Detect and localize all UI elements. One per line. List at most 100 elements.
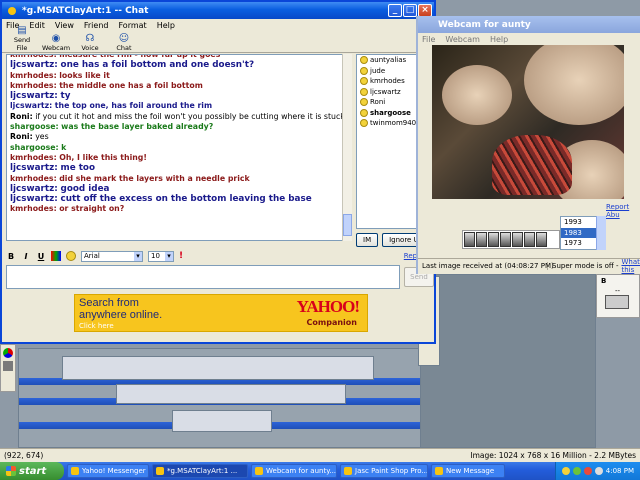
message-username: Roni:: [10, 132, 33, 142]
webcam-statusbar: Last image received at (04:08:27 PM) Sup…: [418, 258, 640, 274]
message-username: ljcswartz:: [10, 183, 58, 194]
buzz-icon[interactable]: !: [179, 251, 183, 261]
task-webcam[interactable]: Webcam for aunty...: [251, 464, 337, 478]
user-list-item[interactable]: twinmom94002: [357, 118, 425, 129]
underline-button[interactable]: U: [36, 252, 46, 261]
webcam-report-abuse-link[interactable]: Report Abu: [606, 203, 640, 219]
chat-message: ljcswartz: one has a foil bottom and one…: [7, 60, 351, 70]
smiley-icon: [360, 119, 368, 128]
smiley-icon: [360, 66, 368, 75]
tray-icon[interactable]: [561, 467, 570, 475]
user-name: jude: [370, 66, 386, 75]
task-yahoo-messenger[interactable]: Yahoo! Messenger ...: [67, 464, 149, 478]
menu-view[interactable]: View: [55, 21, 74, 30]
mail-label: B: [601, 277, 607, 285]
thumbnail[interactable]: [524, 232, 535, 247]
italic-button[interactable]: I: [21, 252, 31, 261]
smiley-icon: [360, 87, 368, 96]
user-list-item[interactable]: Roni: [357, 97, 423, 108]
paint-tool-icon[interactable]: [3, 348, 13, 358]
yahoo-companion-ad[interactable]: Search from anywhere online. Click here …: [74, 294, 368, 332]
mail-window-fragment[interactable]: B --: [596, 274, 640, 318]
voice-button[interactable]: ☊ Voice: [76, 33, 104, 52]
thumbnail[interactable]: [500, 232, 511, 247]
message-username: kmrhodes:: [10, 54, 57, 59]
menu-format[interactable]: Format: [118, 21, 146, 30]
maximize-button[interactable]: □: [403, 4, 417, 17]
background-window-echo: [62, 356, 374, 380]
clock[interactable]: 4:08 PM: [606, 467, 634, 475]
message-text: me too: [60, 163, 96, 174]
webcam-window[interactable]: Webcam for aunty File Webcam Help Report…: [416, 16, 640, 274]
chat-button[interactable]: ☺ Chat: [110, 33, 138, 52]
system-tray: 4:08 PM: [554, 462, 640, 480]
scrollbar-thumb[interactable]: [343, 214, 352, 236]
text-color-icon[interactable]: [51, 251, 61, 261]
message-input[interactable]: [6, 265, 400, 289]
message-username: kmrhodes:: [10, 80, 57, 90]
menu-help[interactable]: Help: [157, 21, 175, 30]
thumbnail[interactable]: [536, 232, 547, 247]
user-list-item[interactable]: shargoose: [357, 108, 423, 119]
ad-line-1: Search from: [79, 297, 139, 309]
message-username: ljcswartz:: [10, 163, 58, 174]
message-text: k: [61, 142, 67, 152]
message-text: good idea: [60, 183, 110, 194]
tool-icon[interactable]: [3, 361, 13, 371]
chat-message: ljcswartz: cutt off the excess on the bo…: [7, 194, 351, 204]
smiley-icon: [360, 98, 368, 107]
user-list-item[interactable]: auntyalias: [357, 55, 423, 66]
message-text: did she mark the layers with a needle pr…: [59, 173, 250, 183]
chat-menubar: File Edit View Friend Format Help: [2, 19, 434, 31]
send-file-button[interactable]: ▤ Send File: [8, 25, 36, 52]
thumbnail[interactable]: [476, 232, 487, 247]
mail-label-2: --: [615, 287, 621, 295]
tray-icon[interactable]: [572, 467, 581, 475]
volume-icon[interactable]: [594, 467, 603, 475]
chat-window[interactable]: *g.MSATClayArt:1 -- Chat _ □ × File Edit…: [0, 0, 436, 344]
webcam-menu-help[interactable]: Help: [490, 35, 508, 44]
ad-click-here[interactable]: Click here: [79, 322, 114, 331]
chat-message: shargoose: was the base layer baked alre…: [7, 122, 351, 132]
message-text: was the base layer baked already?: [61, 122, 214, 132]
ad-companion-label: Companion: [306, 318, 357, 327]
tray-icon[interactable]: [583, 467, 592, 475]
message-text: Oh, I like this thing!: [59, 152, 147, 162]
user-name: shargoose: [370, 108, 411, 117]
thumbnail[interactable]: [488, 232, 499, 247]
font-size-select[interactable]: 10: [148, 250, 174, 262]
user-list-item[interactable]: ljcswartz: [357, 87, 423, 98]
task-chat[interactable]: *g.MSATClayArt:1 ...: [152, 464, 248, 478]
chat-message: kmrhodes: looks like it: [7, 71, 351, 81]
user-list-item[interactable]: kmrhodes: [357, 76, 423, 87]
thumbnail[interactable]: [512, 232, 523, 247]
user-list[interactable]: auntyalias jude kmrhodes ljcswartz Roni sharg…: [356, 54, 425, 229]
webcam-menu-file[interactable]: File: [422, 35, 435, 44]
task-paint-shop-pro[interactable]: Jasc Paint Shop Pro...: [340, 464, 428, 478]
chat-titlebar[interactable]: *g.MSATClayArt:1 -- Chat: [2, 2, 434, 19]
minimize-button[interactable]: _: [388, 4, 402, 17]
chat-messages[interactable]: kmrhodes: measure the rim - how far up i…: [6, 54, 352, 241]
message-text: one has a foil bottom and one doesn't?: [60, 60, 255, 71]
bold-button[interactable]: B: [6, 252, 16, 261]
voice-icon: ☊: [85, 33, 95, 44]
thumbnail[interactable]: [464, 232, 475, 247]
user-list-item[interactable]: jude: [357, 66, 423, 77]
message-username: ljcswartz:: [10, 101, 53, 111]
whats-this-link[interactable]: What's this: [621, 258, 640, 274]
image-info: Image: 1024 x 768 x 16 Million - 2.2 MBy…: [470, 451, 636, 460]
webcam-thumbnails[interactable]: [462, 230, 560, 249]
task-new-message[interactable]: New Message: [431, 464, 505, 478]
menu-friend[interactable]: Friend: [84, 21, 109, 30]
webcam-menu-webcam[interactable]: Webcam: [445, 35, 480, 44]
webcam-titlebar[interactable]: Webcam for aunty: [418, 16, 640, 33]
font-select[interactable]: Arial: [81, 250, 143, 262]
start-button[interactable]: start: [0, 462, 64, 480]
year-list-scrollbar[interactable]: [596, 216, 606, 250]
message-text: ty: [60, 91, 71, 102]
im-button[interactable]: IM: [356, 233, 379, 247]
message-username: kmrhodes:: [10, 152, 57, 162]
smiley-icon[interactable]: [66, 251, 76, 261]
webcam-button[interactable]: ◉ Webcam: [42, 33, 70, 52]
chat-scrollbar[interactable]: [342, 54, 352, 241]
